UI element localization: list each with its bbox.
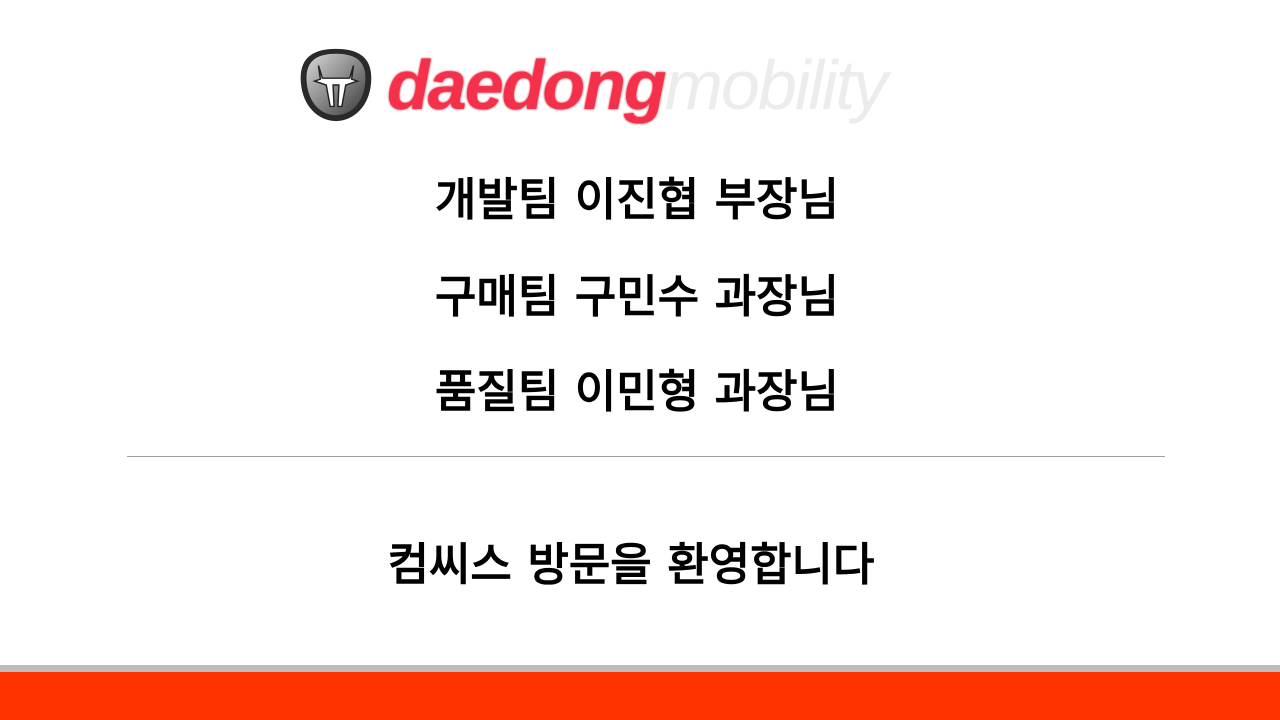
brand-secondary-text: mobility xyxy=(664,46,888,124)
footer-grey-band xyxy=(0,665,1280,672)
bull-emblem-icon xyxy=(300,48,372,122)
divider-line xyxy=(127,456,1165,457)
footer-red-band xyxy=(0,672,1280,720)
daedong-mobility-logo: daedongmobility xyxy=(297,45,888,125)
guest-name-3: 품질팀 이민형 과장님 xyxy=(435,365,839,418)
guest-name-1: 개발팀 이진협 부장님 xyxy=(435,173,839,226)
brand-primary-text: daedong xyxy=(387,46,667,124)
brand-wordmark: daedongmobility xyxy=(387,50,888,120)
guest-name-2: 구매팀 구민수 과장님 xyxy=(435,270,839,323)
welcome-message: 컴씨스 방문을 환영합니다 xyxy=(387,538,875,591)
